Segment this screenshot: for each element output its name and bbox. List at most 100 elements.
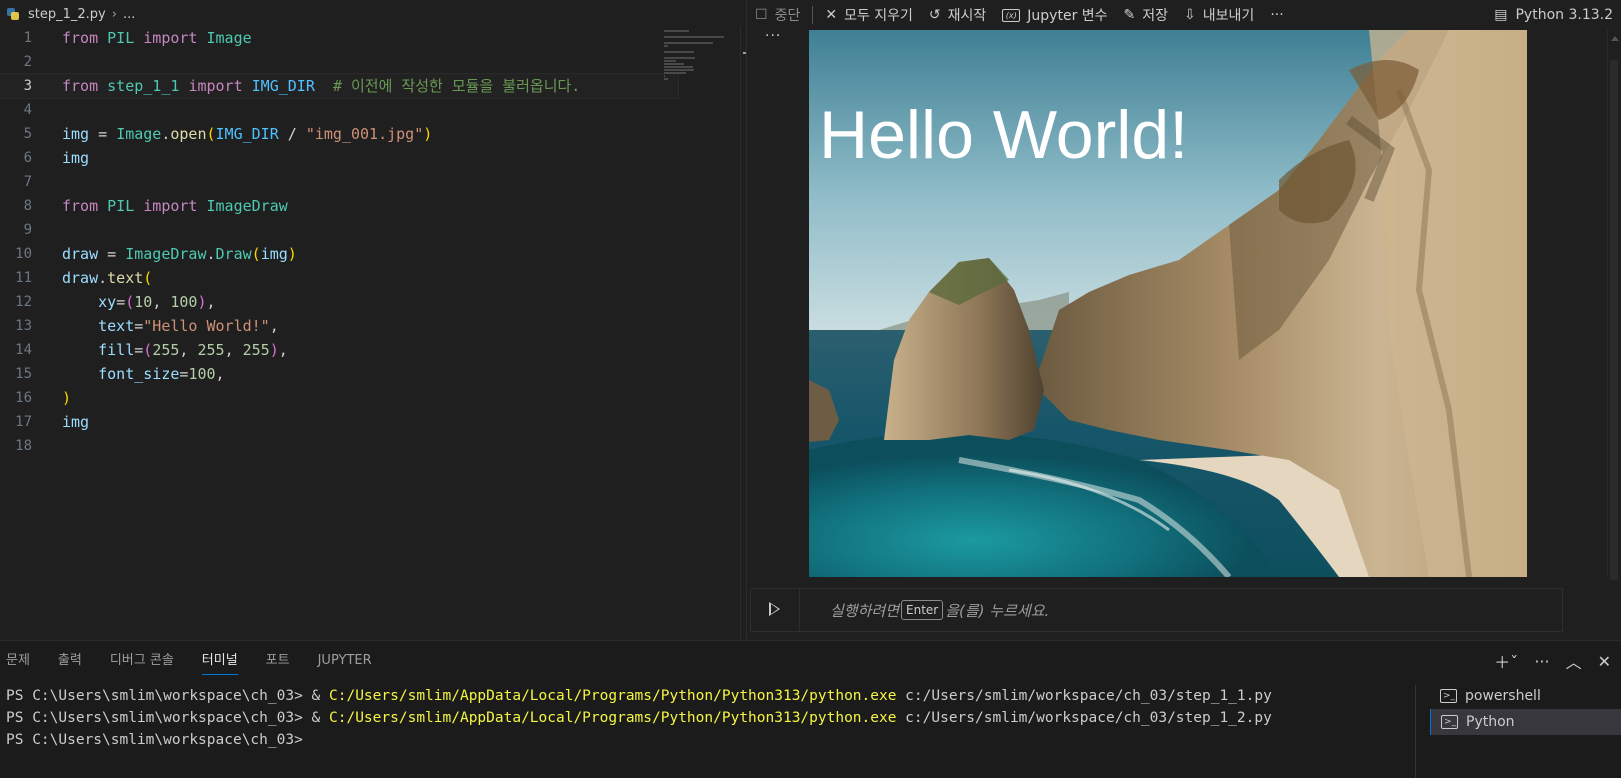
panel-tab[interactable]: 포트	[252, 641, 304, 681]
code-line[interactable]: 15 font_size=100,	[0, 362, 678, 386]
interactive-input-cell[interactable]: 실행하려면 Enter 을(를) 누르세요.	[750, 588, 1563, 632]
minimap-line	[664, 63, 685, 65]
minimap-line	[664, 42, 714, 44]
export-button[interactable]: ⇩ 내보내기	[1176, 0, 1262, 30]
breadcrumb-file[interactable]: step_1_2.py	[28, 7, 106, 22]
code-line[interactable]: 9	[0, 218, 678, 242]
code-line[interactable]: 14 fill=(255, 255, 255),	[0, 338, 678, 362]
terminal-session-label: Python	[1466, 714, 1515, 730]
terminal-session-label: powershell	[1465, 688, 1541, 704]
line-number: 2	[23, 54, 32, 70]
panel-tab[interactable]: 출력	[44, 641, 96, 681]
code-line[interactable]: 8 from PIL import ImageDraw	[0, 194, 678, 218]
variables-button[interactable]: (x) Jupyter 변수	[994, 0, 1115, 30]
minimap-line	[664, 45, 668, 47]
line-number: 11	[15, 270, 32, 286]
panel-tab[interactable]: 문제	[0, 641, 44, 681]
code-line[interactable]: 3 from step_1_1 import IMG_DIR # 이전에 작성한 …	[0, 73, 679, 99]
coast-photo: Hello World!	[809, 30, 1527, 577]
line-number: 9	[23, 222, 32, 238]
terminal-scrollbar[interactable]	[1415, 685, 1429, 778]
code-line[interactable]: 11 draw.text(	[0, 266, 678, 290]
terminal-icon: >_	[1440, 689, 1457, 703]
line-number: 14	[15, 342, 32, 358]
terminal-session-item[interactable]: >_ powershell	[1430, 683, 1621, 709]
save-button[interactable]: ✎ 저장	[1116, 0, 1177, 30]
restart-button[interactable]: ↺ 재시작	[921, 0, 994, 30]
code-line[interactable]: 16)	[0, 386, 678, 410]
line-number: 5	[23, 126, 32, 142]
input-editor[interactable]: 실행하려면 Enter 을(를) 누르세요.	[799, 589, 1562, 631]
more-actions-icon: ···	[1270, 7, 1284, 23]
line-number: 3	[23, 78, 32, 94]
code-text: from PIL import Image	[62, 29, 252, 47]
code-line[interactable]: 6 img	[0, 146, 678, 170]
restart-icon: ↺	[928, 7, 941, 23]
terminal-icon: >_	[1441, 715, 1458, 729]
code-line[interactable]: 2	[0, 50, 678, 74]
code-line[interactable]: 13 text="Hello World!",	[0, 314, 678, 338]
minimap-line	[664, 75, 666, 77]
code-text: fill=(255, 255, 255),	[98, 341, 288, 359]
terminal-exe-path: C:/Users/smlim/AppData/Local/Programs/Py…	[329, 688, 897, 704]
code-text: draw = ImageDraw.Draw(img)	[62, 245, 297, 263]
minimap-line	[664, 30, 690, 32]
close-panel-icon[interactable]: ✕	[1598, 652, 1611, 671]
export-icon: ⇩	[1184, 7, 1196, 23]
code-text: )	[62, 389, 72, 407]
kernel-picker[interactable]: ▤ Python 3.13.2	[1486, 0, 1621, 30]
minimap-line	[664, 60, 676, 62]
terminal-line: PS C:\Users\smlim\workspace\ch_03> & C:/…	[0, 707, 1415, 729]
input-hint-after: 을(를) 누르세요.	[945, 601, 1050, 620]
code-line[interactable]: 1 from PIL import Image	[0, 26, 678, 50]
kernel-label: Python 3.13.2	[1515, 7, 1613, 23]
panel-actions: ＋ˇ ··· ︿ ✕	[1494, 641, 1611, 681]
code-line[interactable]: 12 xy=(10, 100),	[0, 290, 678, 314]
line-number: 7	[23, 174, 32, 190]
code-text: from step_1_1 import IMG_DIR # 이전에 작성한 모…	[62, 77, 581, 95]
code-editor[interactable]: 1 from PIL import Image 2 3 from step_1_1 im…	[0, 26, 679, 458]
restart-label: 재시작	[947, 8, 987, 24]
breadcrumb-more[interactable]: ...	[123, 7, 135, 22]
minimap-line	[664, 69, 694, 71]
clear-all-button[interactable]: ✕ 모두 지우기	[817, 0, 921, 30]
code-line[interactable]: 5 img = Image.open(IMG_DIR / "img_001.jpg…	[0, 122, 678, 146]
maximize-panel-icon[interactable]: ︿	[1566, 649, 1582, 673]
panel-tab[interactable]: 디버그 콘솔	[96, 641, 188, 681]
export-label: 내보내기	[1202, 8, 1255, 24]
new-terminal-icon[interactable]: ＋ˇ	[1494, 649, 1518, 673]
minimap-line	[664, 36, 724, 38]
cell-more-icon[interactable]: ···	[765, 28, 781, 44]
code-line[interactable]: 17 img	[0, 410, 678, 434]
code-line[interactable]: 10 draw = ImageDraw.Draw(img)	[0, 242, 678, 266]
panel-tab[interactable]: 터미널	[188, 641, 252, 681]
minimap-line	[664, 78, 668, 80]
run-icon[interactable]	[769, 602, 780, 616]
scroll-thumb[interactable]	[1610, 60, 1618, 580]
output-image: Hello World!	[809, 30, 1527, 577]
code-text: img	[62, 149, 90, 167]
code-line[interactable]: 4	[0, 98, 678, 122]
output-scrollbar[interactable]	[1607, 30, 1621, 580]
input-hint-before: 실행하려면	[830, 601, 900, 620]
terminal-output[interactable]: PS C:\Users\smlim\workspace\ch_03> & C:/…	[0, 685, 1415, 751]
code-line[interactable]: 18	[0, 434, 678, 458]
terminal-session-list: >_ powershell >_ Python	[1430, 683, 1621, 778]
minimap[interactable]	[660, 26, 736, 641]
variables-label: Jupyter 변수	[1027, 8, 1108, 24]
enter-key-hint: Enter	[901, 600, 944, 620]
close-icon: ✕	[825, 7, 838, 23]
terminal-session-item[interactable]: >_ Python	[1430, 709, 1621, 735]
bottom-panel: 문제 출력 디버그 콘솔 터미널 포트 JUPYTER ＋ˇ ··· ︿ ✕ PS C:\…	[0, 640, 1621, 778]
kernel-server-icon: ▤	[1494, 7, 1508, 23]
minimap-line	[664, 57, 696, 59]
breadcrumb[interactable]: step_1_2.py › ...	[0, 0, 770, 28]
code-line[interactable]: 7	[0, 170, 678, 194]
scroll-up-icon[interactable]	[1611, 36, 1619, 41]
more-icon[interactable]: ···	[1534, 652, 1549, 671]
interrupt-button[interactable]: ☐ 중단	[747, 0, 808, 30]
panel-tab[interactable]: JUPYTER	[304, 641, 386, 681]
save-icon: ✎	[1123, 7, 1136, 23]
terminal-prompt: PS C:\Users\smlim\workspace\ch_03> &	[6, 688, 330, 704]
more-actions-button[interactable]: ···	[1262, 0, 1291, 30]
